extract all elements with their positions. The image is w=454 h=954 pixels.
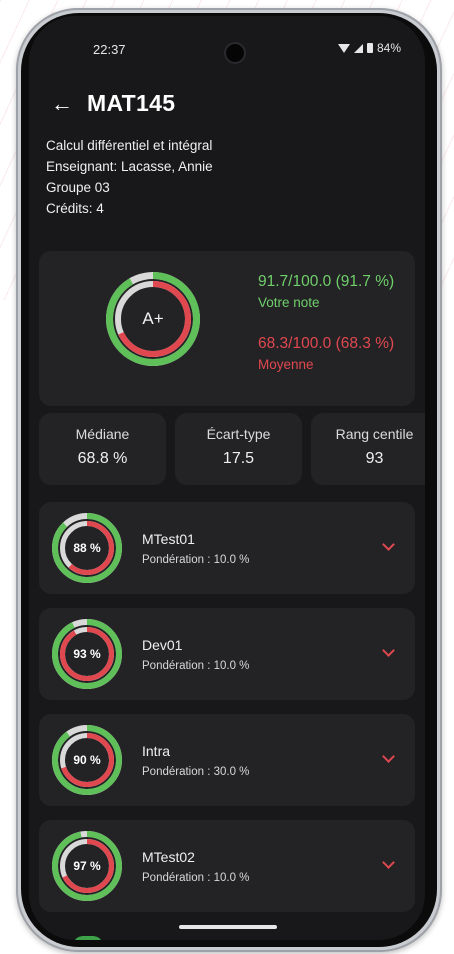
stat-stddev-card: Écart-type 17.5 bbox=[175, 413, 302, 485]
signal-icon bbox=[353, 43, 363, 53]
evaluation-card-mtest02[interactable]: 97 % MTest02 Pondération : 10.0 % bbox=[39, 820, 415, 912]
evaluation-name: MTest01 bbox=[142, 531, 195, 547]
grade-letter: A+ bbox=[142, 309, 164, 328]
evaluation-card-mtest01[interactable]: 88 % MTest01 Pondération : 10.0 % bbox=[39, 502, 415, 594]
status-icons: 84% bbox=[337, 41, 401, 55]
average-score-label: Moyenne bbox=[258, 357, 314, 372]
wifi-icon bbox=[337, 43, 350, 53]
evaluation-card-intra[interactable]: 90 % Intra Pondération : 30.0 % bbox=[39, 714, 415, 806]
your-score: 91.7/100.0 (91.7 %) bbox=[258, 273, 395, 290]
average-score: 68.3/100.0 (68.3 %) bbox=[258, 335, 395, 352]
course-group: Groupe 03 bbox=[46, 180, 110, 195]
stat-value: 68.8 % bbox=[77, 450, 128, 467]
stat-percentile-card: Rang centile 93 bbox=[311, 413, 425, 485]
battery-icon bbox=[366, 43, 373, 53]
stat-median-card: Médiane 68.8 % bbox=[39, 413, 166, 485]
course-title: Calcul différentiel et intégral bbox=[46, 138, 213, 153]
evaluation-weight: Pondération : 10.0 % bbox=[142, 554, 250, 566]
battery-percent: 84% bbox=[376, 41, 401, 55]
expand-chevron-icon[interactable] bbox=[382, 644, 395, 657]
evaluation-percent: 90 % bbox=[73, 753, 101, 767]
status-time: 22:37 bbox=[93, 42, 126, 57]
evaluation-weight: Pondération : 10.0 % bbox=[142, 872, 250, 884]
stat-value: 17.5 bbox=[222, 450, 255, 467]
home-indicator[interactable] bbox=[179, 925, 277, 929]
evaluation-weight: Pondération : 10.0 % bbox=[142, 660, 250, 672]
stat-label: Écart-type bbox=[206, 426, 271, 442]
evaluation-percent: 93 % bbox=[73, 647, 101, 661]
next-evaluation-ring-peek bbox=[73, 936, 103, 940]
your-score-label: Votre note bbox=[258, 295, 320, 310]
course-teacher: Enseignant: Lacasse, Annie bbox=[46, 159, 213, 174]
course-code: MAT145 bbox=[87, 90, 176, 116]
app-header: ← MAT145 bbox=[51, 90, 175, 117]
evaluation-weight: Pondération : 30.0 % bbox=[142, 766, 250, 778]
evaluation-name: Intra bbox=[142, 743, 171, 759]
evaluation-percent: 88 % bbox=[73, 541, 101, 555]
expand-chevron-icon[interactable] bbox=[382, 750, 395, 763]
stat-value: 93 bbox=[365, 450, 384, 467]
evaluation-name: Dev01 bbox=[142, 637, 183, 653]
app-screen: 22:37 84% ← MAT145 Calcul différentiel e… bbox=[29, 16, 425, 940]
grade-summary-card: A+ 91.7/100.0 (91.7 %) Votre note 68.3/1… bbox=[39, 251, 415, 406]
course-info: Calcul différentiel et intégral Enseigna… bbox=[46, 135, 213, 219]
back-arrow-icon[interactable]: ← bbox=[51, 92, 73, 115]
stat-label: Médiane bbox=[75, 426, 130, 442]
expand-chevron-icon[interactable] bbox=[382, 856, 395, 869]
evaluation-name: MTest02 bbox=[142, 849, 195, 865]
expand-chevron-icon[interactable] bbox=[382, 538, 395, 551]
stat-label: Rang centile bbox=[335, 426, 414, 442]
evaluation-card-dev01[interactable]: 93 % Dev01 Pondération : 10.0 % bbox=[39, 608, 415, 700]
front-camera bbox=[226, 44, 244, 62]
course-credits: Crédits: 4 bbox=[46, 201, 104, 216]
evaluation-percent: 97 % bbox=[73, 859, 101, 873]
